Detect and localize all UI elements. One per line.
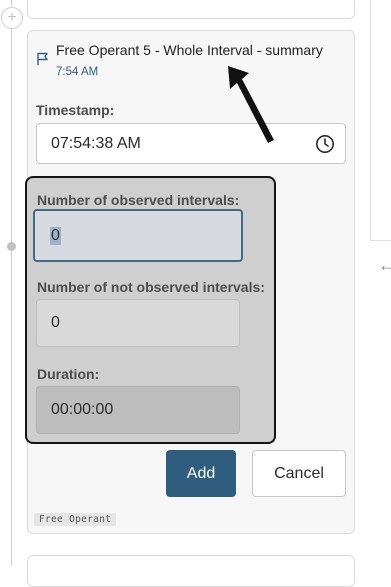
- timestamp-field[interactable]: 07:54:38 AM: [36, 123, 346, 164]
- not-observed-intervals-label: Number of not observed intervals:: [37, 279, 265, 295]
- flag-icon: [37, 52, 48, 65]
- cancel-button[interactable]: Cancel: [252, 450, 346, 497]
- observed-intervals-input[interactable]: 0: [33, 209, 243, 262]
- entry-title: Free Operant 5 - Whole Interval - summar…: [56, 42, 323, 58]
- duration-value: 00:00:00: [51, 401, 114, 418]
- observed-intervals-value: 0: [50, 226, 61, 245]
- back-arrow-icon[interactable]: ←: [378, 255, 391, 276]
- add-button[interactable]: Add: [166, 450, 236, 497]
- timestamp-value: 07:54:38 AM: [51, 134, 141, 152]
- timeline-dot: [7, 242, 16, 251]
- entry-time: 7:54 AM: [56, 66, 99, 78]
- not-observed-intervals-input[interactable]: 0: [36, 299, 240, 347]
- timeline-add-icon[interactable]: +: [1, 7, 23, 29]
- duration-field: 00:00:00: [36, 386, 240, 434]
- observed-intervals-label: Number of observed intervals:: [37, 192, 240, 208]
- pointer-arrow-icon: [228, 66, 274, 143]
- side-panel: [370, 0, 391, 241]
- timestamp-label: Timestamp:: [36, 102, 115, 118]
- next-entry-card: [27, 555, 355, 587]
- previous-entry-card: [27, 0, 355, 19]
- clock-icon[interactable]: [315, 134, 335, 154]
- timeline-rail: [11, 0, 12, 566]
- not-observed-intervals-value: 0: [51, 314, 60, 331]
- duration-label: Duration:: [37, 366, 100, 382]
- entry-tag: Free Operant: [34, 513, 117, 526]
